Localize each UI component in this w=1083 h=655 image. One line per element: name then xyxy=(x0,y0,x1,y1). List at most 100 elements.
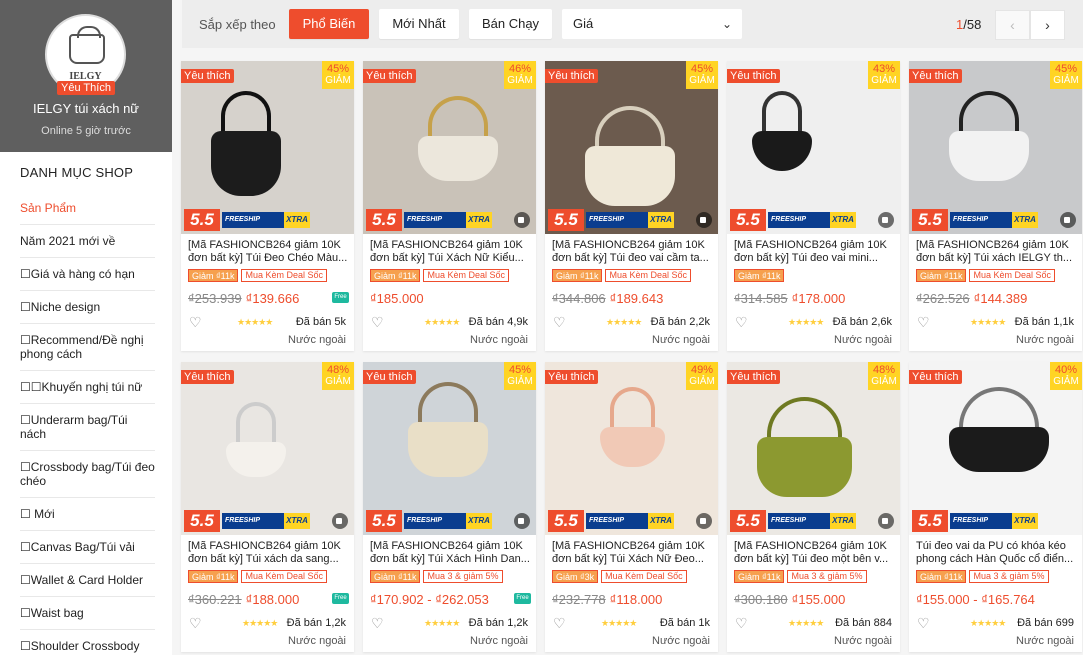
heart-icon[interactable]: ♡ xyxy=(917,616,931,630)
discount-label: GIẢM xyxy=(507,75,533,86)
promo-xtra: XTRA xyxy=(466,212,492,228)
sort-bestseller-button[interactable]: Bán Chạy xyxy=(469,9,552,39)
category-item[interactable]: ☐Niche design xyxy=(20,290,155,323)
prev-page-button[interactable]: ‹ xyxy=(995,10,1030,40)
sort-label: Sắp xếp theo xyxy=(199,17,276,32)
heart-icon[interactable]: ♡ xyxy=(553,616,567,630)
product-card[interactable]: Yêu thích 48% GIẢM 5.5 FREESHIP XTRA [Mã FASHI… xyxy=(181,362,354,652)
product-title[interactable]: [Mã FASHIONCB264 giảm 10K đơn bất kỳ] Tú… xyxy=(916,239,1076,265)
page-indicator: 1/58 xyxy=(956,17,981,32)
product-image[interactable]: Yêu thích 45% GIẢM 5.5 FREESHIP XTRA xyxy=(363,362,536,535)
product-title[interactable]: [Mã FASHIONCB264 giảm 10K đơn bất kỳ] Tú… xyxy=(552,239,712,265)
product-price: ₫253.939 ₫139.666 xyxy=(188,291,299,306)
heart-icon[interactable]: ♡ xyxy=(371,616,385,630)
product-image[interactable]: Yêu thích 40% GIẢM 5.5 FREESHIP XTRA xyxy=(909,362,1082,535)
product-title[interactable]: [Mã FASHIONCB264 giảm 10K đơn bất kỳ] Tú… xyxy=(370,239,530,265)
bag-strap-shape xyxy=(236,402,276,444)
category-item[interactable]: ☐Shoulder Crossbody xyxy=(20,629,155,655)
discount-percent: 46% xyxy=(508,63,532,75)
category-item[interactable]: ☐☐Khuyến nghị túi nữ xyxy=(20,370,155,403)
product-title[interactable]: [Mã FASHIONCB264 giảm 10K đơn bất kỳ] Tú… xyxy=(188,239,348,265)
bag-strap-shape xyxy=(610,387,655,429)
heart-icon[interactable]: ♡ xyxy=(735,616,749,630)
product-card[interactable]: Yêu thích 49% GIẢM 5.5 FREESHIP XTRA [Mã FASHI… xyxy=(545,362,718,652)
heart-icon[interactable]: ♡ xyxy=(917,315,931,329)
product-title[interactable]: [Mã FASHIONCB264 giảm 10K đơn bất kỳ] Tú… xyxy=(734,540,894,566)
product-tags: Giảm ₫11k Mua Kèm Deal Sốc xyxy=(370,269,510,283)
product-price: ₫185.000 xyxy=(370,291,424,306)
product-card[interactable]: Yêu thích 40% GIẢM 5.5 FREESHIP XTRA Túi đeo v… xyxy=(909,362,1082,652)
category-item[interactable]: ☐Canvas Bag/Túi vải xyxy=(20,530,155,563)
old-price: ₫253.939 xyxy=(188,291,242,306)
category-item[interactable]: ☐Waist bag xyxy=(20,596,155,629)
chevron-down-icon: ⌄ xyxy=(721,17,732,31)
category-item[interactable]: Sản Phẩm xyxy=(20,192,155,224)
product-card[interactable]: Yêu thích 48% GIẢM 5.5 FREESHIP XTRA [Mã FASHI… xyxy=(727,362,900,652)
next-page-button[interactable]: › xyxy=(1030,10,1065,40)
product-image[interactable]: Yêu thích 45% GIẢM 5.5 FREESHIP XTRA xyxy=(181,61,354,234)
product-price: ₫232.778 ₫118.000 xyxy=(552,592,662,607)
product-image[interactable]: Yêu thích 48% GIẢM 5.5 FREESHIP XTRA xyxy=(727,362,900,535)
voucher-tag: Giảm ₫3k xyxy=(552,570,599,583)
video-icon xyxy=(332,513,348,529)
product-price: ₫262.526 ₫144.389 xyxy=(916,291,1027,306)
heart-icon[interactable]: ♡ xyxy=(189,315,203,329)
promo-banner: 5.5 FREESHIP XTRA xyxy=(366,510,492,532)
heart-icon[interactable]: ♡ xyxy=(553,315,567,329)
category-item[interactable]: Năm 2021 mới về xyxy=(20,224,155,257)
current-price: ₫178.000 xyxy=(791,291,846,306)
product-card[interactable]: Yêu thích 43% GIẢM 5.5 FREESHIP XTRA [Mã FASHI… xyxy=(727,61,900,351)
product-image[interactable]: Yêu thích 49% GIẢM 5.5 FREESHIP XTRA xyxy=(545,362,718,535)
product-title[interactable]: [Mã FASHIONCB264 giảm 10K đơn bất kỳ] Tú… xyxy=(188,540,348,566)
shop-name[interactable]: IELGY túi xách nữ xyxy=(0,101,172,116)
video-icon xyxy=(878,212,894,228)
promo-55: 5.5 xyxy=(184,510,220,532)
sort-popular-button[interactable]: Phổ Biến xyxy=(289,9,369,39)
product-price: ₫170.902 - ₫262.053 xyxy=(370,592,489,607)
voucher-tag: Giảm ₫11k xyxy=(370,570,421,583)
current-price: ₫155.000 - ₫165.764 xyxy=(916,592,1035,607)
bag-shape xyxy=(226,442,286,477)
category-item[interactable]: ☐Recommend/Đề nghị phong cách xyxy=(20,323,155,370)
promo-55: 5.5 xyxy=(366,510,402,532)
bag-strap-shape xyxy=(595,106,665,148)
product-title[interactable]: [Mã FASHIONCB264 giảm 10K đơn bất kỳ] Tú… xyxy=(370,540,530,566)
product-image[interactable]: Yêu thích 45% GIẢM 5.5 FREESHIP XTRA xyxy=(545,61,718,234)
favorite-badge: Yêu Thích xyxy=(57,81,115,95)
sort-newest-button[interactable]: Mới Nhất xyxy=(379,9,459,39)
voucher-tag: Giảm ₫11k xyxy=(188,570,239,583)
product-card[interactable]: Yêu thích 46% GIẢM 5.5 FREESHIP XTRA [Mã FASHI… xyxy=(363,61,536,351)
price-sort-select[interactable]: Giá ⌄ xyxy=(562,9,742,39)
discount-percent: 48% xyxy=(872,364,896,376)
product-card[interactable]: Yêu thích 45% GIẢM 5.5 FREESHIP XTRA [Mã FASHI… xyxy=(181,61,354,351)
current-price: ₫170.902 - ₫262.053 xyxy=(370,592,489,607)
category-item[interactable]: ☐Underarm bag/Túi nách xyxy=(20,403,155,450)
product-card[interactable]: Yêu thích 45% GIẢM 5.5 FREESHIP XTRA [Mã FASHI… xyxy=(545,61,718,351)
category-item[interactable]: ☐Giá và hàng có hạn xyxy=(20,257,155,290)
product-title[interactable]: [Mã FASHIONCB264 giảm 10K đơn bất kỳ] Tú… xyxy=(552,540,712,566)
promo-banner: 5.5 FREESHIP XTRA xyxy=(730,510,856,532)
category-item[interactable]: ☐Wallet & Card Holder xyxy=(20,563,155,596)
product-title[interactable]: [Mã FASHIONCB264 giảm 10K đơn bất kỳ] Tú… xyxy=(734,239,894,265)
heart-icon[interactable]: ♡ xyxy=(735,315,749,329)
product-card[interactable]: Yêu thích 45% GIẢM 5.5 FREESHIP XTRA [Mã FASHI… xyxy=(363,362,536,652)
category-item[interactable]: ☐Crossbody bag/Túi đeo chéo xyxy=(20,450,155,497)
deal-tag: Mua Kèm Deal Sốc xyxy=(969,269,1056,282)
old-price: ₫232.778 xyxy=(552,592,606,607)
sold-count: Đã bán 4,9k xyxy=(468,316,528,328)
promo-55: 5.5 xyxy=(548,209,584,231)
product-title[interactable]: Túi đeo vai da PU có khóa kéo phong cách… xyxy=(916,540,1076,566)
deal-tag: Mua Kèm Deal Sốc xyxy=(241,570,328,583)
promo-xtra: XTRA xyxy=(466,513,492,529)
product-image[interactable]: Yêu thích 43% GIẢM 5.5 FREESHIP XTRA xyxy=(727,61,900,234)
product-tags: Giảm ₫11k Mua 3 & giảm 5% xyxy=(916,570,1049,584)
category-item[interactable]: ☐ Mới xyxy=(20,497,155,530)
handbag-icon xyxy=(69,26,105,64)
product-image[interactable]: Yêu thích 45% GIẢM 5.5 FREESHIP XTRA xyxy=(909,61,1082,234)
product-card[interactable]: Yêu thích 45% GIẢM 5.5 FREESHIP XTRA [Mã FASHI… xyxy=(909,61,1082,351)
discount-label: GIẢM xyxy=(1053,376,1079,387)
product-image[interactable]: Yêu thích 48% GIẢM 5.5 FREESHIP XTRA xyxy=(181,362,354,535)
heart-icon[interactable]: ♡ xyxy=(371,315,385,329)
product-image[interactable]: Yêu thích 46% GIẢM 5.5 FREESHIP XTRA xyxy=(363,61,536,234)
heart-icon[interactable]: ♡ xyxy=(189,616,203,630)
